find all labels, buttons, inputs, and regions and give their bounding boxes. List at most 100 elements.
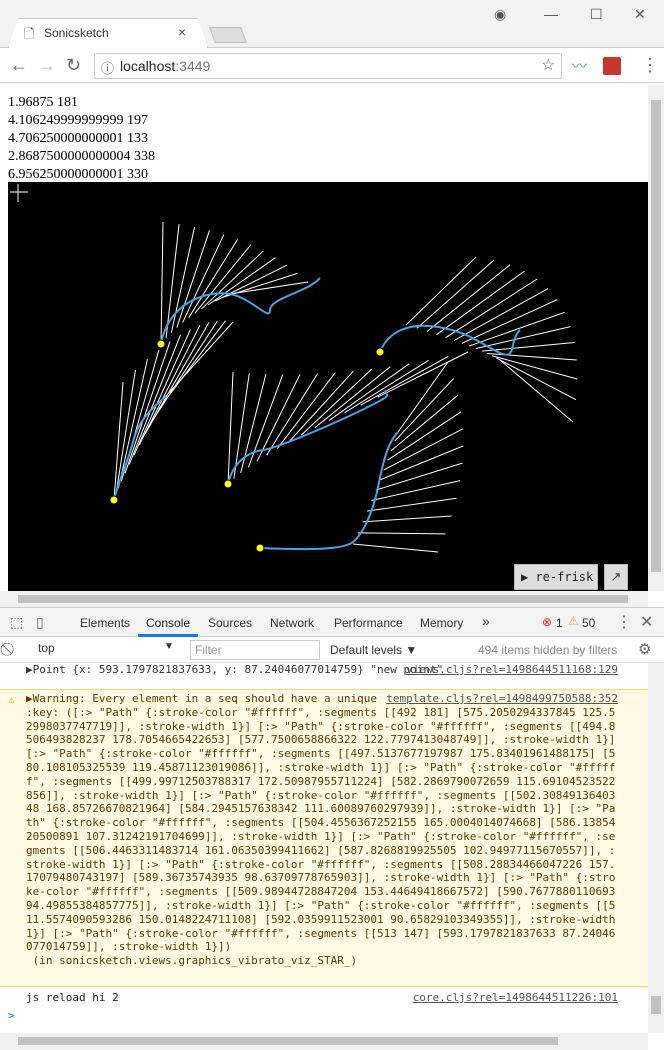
info-icon[interactable]: ⓘ bbox=[101, 58, 114, 77]
source-link[interactable]: template.cljs?rel=1498499750588:352 bbox=[386, 692, 618, 706]
settings-gear-icon[interactable]: ⚙ bbox=[638, 640, 651, 658]
console-warning: ⚠ ▶Warning: Every element in a seq should… bbox=[0, 689, 648, 987]
levels-dropdown[interactable]: Default levels ▼ bbox=[330, 643, 417, 657]
vibrato-stroke bbox=[475, 326, 571, 350]
vibrato-stroke bbox=[328, 363, 410, 421]
vibrato-stroke bbox=[394, 378, 455, 442]
vibrato-stroke bbox=[160, 221, 164, 345]
control-point bbox=[156, 339, 166, 349]
vibrato-stroke bbox=[170, 226, 196, 333]
sketch-curve bbox=[379, 324, 521, 356]
control-point bbox=[375, 347, 385, 357]
source-link[interactable]: core.cljs?rel=1498644511226:101 bbox=[413, 991, 618, 1005]
new-tab-button[interactable] bbox=[209, 27, 247, 43]
more-tabs-icon[interactable]: » bbox=[482, 613, 490, 629]
vibrato-stroke bbox=[397, 361, 449, 433]
page-horizontal-scroll-thumb[interactable] bbox=[18, 595, 628, 603]
vibrato-stroke bbox=[499, 359, 574, 423]
devtools-menu-icon[interactable]: ⋮ bbox=[616, 612, 632, 632]
vibrato-stroke bbox=[487, 353, 577, 361]
vibrato-stroke bbox=[371, 480, 461, 501]
vibrato-stroke bbox=[377, 351, 469, 398]
sketch-drawing bbox=[10, 184, 578, 553]
inspect-icon[interactable]: ⬚ bbox=[10, 614, 23, 631]
vibrato-stroke bbox=[496, 357, 577, 401]
vibrato-stroke bbox=[390, 394, 459, 451]
tab-performance[interactable]: Performance bbox=[334, 616, 403, 630]
vibrato-stroke bbox=[176, 230, 210, 328]
extension-icon[interactable] bbox=[603, 57, 621, 75]
device-toggle-icon[interactable]: ▯ bbox=[36, 614, 44, 631]
re-frisk-button[interactable]: ▶ re-frisk bbox=[514, 564, 598, 590]
vibrato-stroke bbox=[352, 543, 439, 553]
filter-input[interactable]: Filter bbox=[190, 640, 320, 660]
vibrato-stroke bbox=[314, 366, 391, 429]
tab-close-icon[interactable]: × bbox=[178, 24, 186, 40]
menu-icon[interactable]: ⋮ bbox=[641, 55, 659, 76]
vibrato-stroke bbox=[266, 373, 318, 456]
vibrato-stroke bbox=[366, 497, 457, 512]
vibrato-stroke bbox=[288, 370, 354, 443]
vibrato-stroke bbox=[188, 239, 239, 319]
vibrato-stroke bbox=[344, 359, 429, 414]
console-prompt[interactable]: > bbox=[0, 1009, 648, 1025]
error-count: 1 bbox=[556, 616, 563, 630]
extension-wave-icon[interactable]: 〰 bbox=[572, 55, 587, 76]
reload-icon[interactable]: ↻ bbox=[66, 55, 81, 76]
back-icon[interactable]: ← bbox=[10, 55, 28, 76]
tab-memory[interactable]: Memory bbox=[420, 616, 463, 630]
context-value: top bbox=[38, 641, 55, 655]
tab-elements[interactable]: Elements bbox=[80, 616, 130, 630]
warning-count: 50 bbox=[582, 616, 596, 630]
context-select[interactable]: top ▼ bbox=[38, 641, 178, 659]
profile-icon[interactable]: ◉ bbox=[494, 6, 506, 23]
vibrato-stroke bbox=[445, 278, 538, 339]
vibrato-stroke bbox=[436, 270, 525, 336]
vibrato-stroke bbox=[256, 374, 301, 462]
vibrato-stroke bbox=[124, 341, 171, 474]
vibrato-stroke bbox=[416, 259, 495, 329]
source-link[interactable]: views.cljs?rel=1498644511168:129 bbox=[406, 663, 618, 677]
vibrato-stroke bbox=[128, 334, 181, 465]
url-text: localhost:3449 bbox=[120, 58, 211, 74]
maximize-icon[interactable]: ☐ bbox=[590, 6, 603, 23]
console-vertical-scroll-thumb[interactable] bbox=[651, 996, 661, 1014]
tab-title: Sonicsketch bbox=[44, 26, 109, 40]
readout-line: 2.8687500000000004 338 bbox=[8, 149, 155, 164]
vibrato-stroke bbox=[227, 371, 234, 485]
chevron-down-icon: ▼ bbox=[164, 641, 174, 652]
coordinate-readout: 1.96875 181 4.106249999999999 197 4.7062… bbox=[8, 94, 638, 184]
control-point bbox=[255, 543, 265, 553]
devtools-close-icon[interactable]: ✕ bbox=[640, 612, 653, 632]
bookmark-star-icon[interactable]: ☆ bbox=[541, 55, 555, 75]
warning-icon: ⚠ bbox=[8, 693, 15, 706]
console-horizontal-scroll-thumb[interactable] bbox=[18, 1037, 558, 1045]
vibrato-stroke bbox=[165, 321, 234, 397]
popout-button[interactable]: ↗ bbox=[604, 564, 628, 590]
vibrato-stroke bbox=[165, 224, 180, 339]
sketch-canvas[interactable] bbox=[8, 182, 648, 592]
warning-icon[interactable]: ⚠ bbox=[568, 614, 579, 628]
vibrato-stroke bbox=[214, 264, 288, 302]
message-text: ▶Point {x: 593.1797821837633, y: 87.2404… bbox=[26, 663, 444, 676]
close-window-icon[interactable]: ✕ bbox=[634, 6, 646, 23]
forward-icon[interactable]: → bbox=[38, 55, 56, 76]
tab-network[interactable]: Network bbox=[270, 616, 314, 630]
page-vertical-scroll-thumb[interactable] bbox=[651, 100, 661, 572]
page-icon: 🗋 bbox=[24, 26, 35, 41]
minimize-icon[interactable]: — bbox=[544, 6, 558, 22]
control-point bbox=[223, 479, 233, 489]
readout-line: 1.96875 181 bbox=[8, 95, 78, 110]
control-point bbox=[109, 495, 119, 505]
tab-console[interactable]: Console bbox=[146, 616, 190, 630]
error-icon[interactable]: ⊗ bbox=[542, 615, 552, 629]
vibrato-stroke bbox=[357, 532, 446, 535]
hidden-items-count: 494 items hidden by filters bbox=[478, 643, 618, 657]
vibrato-stroke bbox=[468, 311, 565, 347]
vibrato-stroke bbox=[387, 411, 462, 461]
sketch-curve bbox=[259, 431, 399, 551]
vibrato-stroke bbox=[426, 264, 511, 332]
tab-sources[interactable]: Sources bbox=[208, 616, 252, 630]
vibrato-stroke bbox=[233, 373, 250, 479]
console-vertical-scrollbar[interactable] bbox=[648, 663, 664, 1033]
